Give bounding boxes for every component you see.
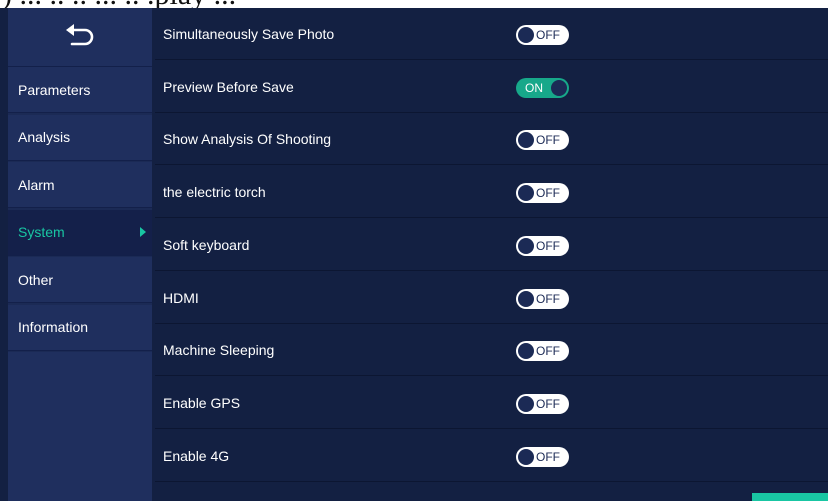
setting-row: HDMI OFF (155, 272, 828, 324)
back-button[interactable] (8, 8, 152, 67)
toggle-state-label: OFF (536, 238, 560, 253)
setting-row: the electric torch OFF (155, 166, 828, 219)
top-strip: ) ... .. .. ... .. .play ... (0, 0, 828, 8)
undo-arrow-icon (63, 23, 97, 52)
setting-row: Machine Sleeping OFF (155, 324, 828, 377)
toggle-switch[interactable]: OFF (516, 446, 569, 467)
toggle-knob (518, 343, 534, 360)
sidebar-item-label: Parameters (18, 81, 91, 98)
setting-label: Enable 4G (163, 447, 230, 464)
toggle-switch[interactable]: OFF (516, 288, 569, 309)
sidebar-item-other[interactable]: Other (8, 257, 152, 303)
setting-label: HDMI (163, 289, 199, 306)
toggle-knob (518, 395, 534, 412)
setting-label: Soft keyboard (163, 236, 250, 253)
toggle-switch[interactable]: OFF (516, 235, 569, 256)
toggle-switch[interactable]: OFF (516, 183, 569, 204)
scroll-indicator (752, 493, 828, 501)
toggle-state-label: OFF (536, 449, 560, 464)
sidebar-item-parameters[interactable]: Parameters (8, 67, 152, 113)
toggle-switch[interactable]: OFF (516, 393, 569, 414)
sidebar-item-system[interactable]: System (8, 209, 152, 256)
toggle-switch[interactable]: ON (516, 77, 569, 98)
toggle-state-label: OFF (536, 186, 560, 201)
toggle-state-label: OFF (536, 28, 560, 42)
toggle-knob (518, 185, 534, 202)
toggle-knob (518, 27, 534, 43)
toggle-knob (518, 237, 534, 254)
toggle-knob (518, 132, 534, 149)
toggle-state-label: OFF (536, 344, 560, 359)
setting-label: Simultaneously Save Photo (163, 26, 335, 42)
setting-row: Enable 4G OFF (155, 430, 828, 482)
sidebar-item-label: System (18, 224, 65, 240)
sidebar-item-label: Information (18, 319, 89, 335)
toggle-state-label: OFF (536, 133, 560, 148)
sidebar: Parameters Analysis Alarm System Other Inform… (8, 8, 152, 501)
toggle-state-label: OFF (536, 291, 560, 306)
toggle-state-label: ON (525, 80, 543, 95)
setting-row: Soft keyboard OFF (155, 219, 828, 271)
toggle-knob (518, 290, 534, 307)
toggle-knob (551, 79, 567, 96)
setting-label: Show Analysis Of Shooting (163, 131, 332, 148)
sidebar-item-label: Analysis (18, 129, 71, 145)
setting-label: the electric torch (163, 184, 266, 201)
setting-row: Show Analysis Of Shooting OFF (155, 113, 828, 166)
setting-row: Preview Before Save ON (155, 61, 828, 113)
setting-row: Enable GPS OFF (155, 377, 828, 429)
setting-label: Preview Before Save (163, 78, 294, 95)
sidebar-empty-area (8, 352, 152, 501)
setting-label: Enable GPS (163, 394, 241, 411)
active-arrow-icon (140, 226, 146, 237)
setting-label: Machine Sleeping (163, 342, 275, 359)
toggle-knob (518, 448, 534, 465)
sidebar-item-label: Alarm (18, 176, 55, 193)
toggle-switch[interactable]: OFF (516, 341, 569, 362)
toggle-state-label: OFF (536, 396, 560, 411)
sidebar-item-analysis[interactable]: Analysis (8, 114, 152, 161)
toggle-switch[interactable]: OFF (516, 130, 569, 151)
sidebar-item-alarm[interactable]: Alarm (8, 162, 152, 208)
sidebar-item-label: Other (18, 271, 54, 288)
toggle-switch[interactable]: OFF (516, 25, 569, 45)
cut-off-heading: ) ... .. .. ... .. .play ... (2, 0, 236, 8)
setting-row: Simultaneously Save Photo OFF (155, 8, 828, 60)
sidebar-item-information[interactable]: Information (8, 304, 152, 351)
settings-panel: Simultaneously Save Photo OFF Preview Befo… (155, 8, 828, 501)
